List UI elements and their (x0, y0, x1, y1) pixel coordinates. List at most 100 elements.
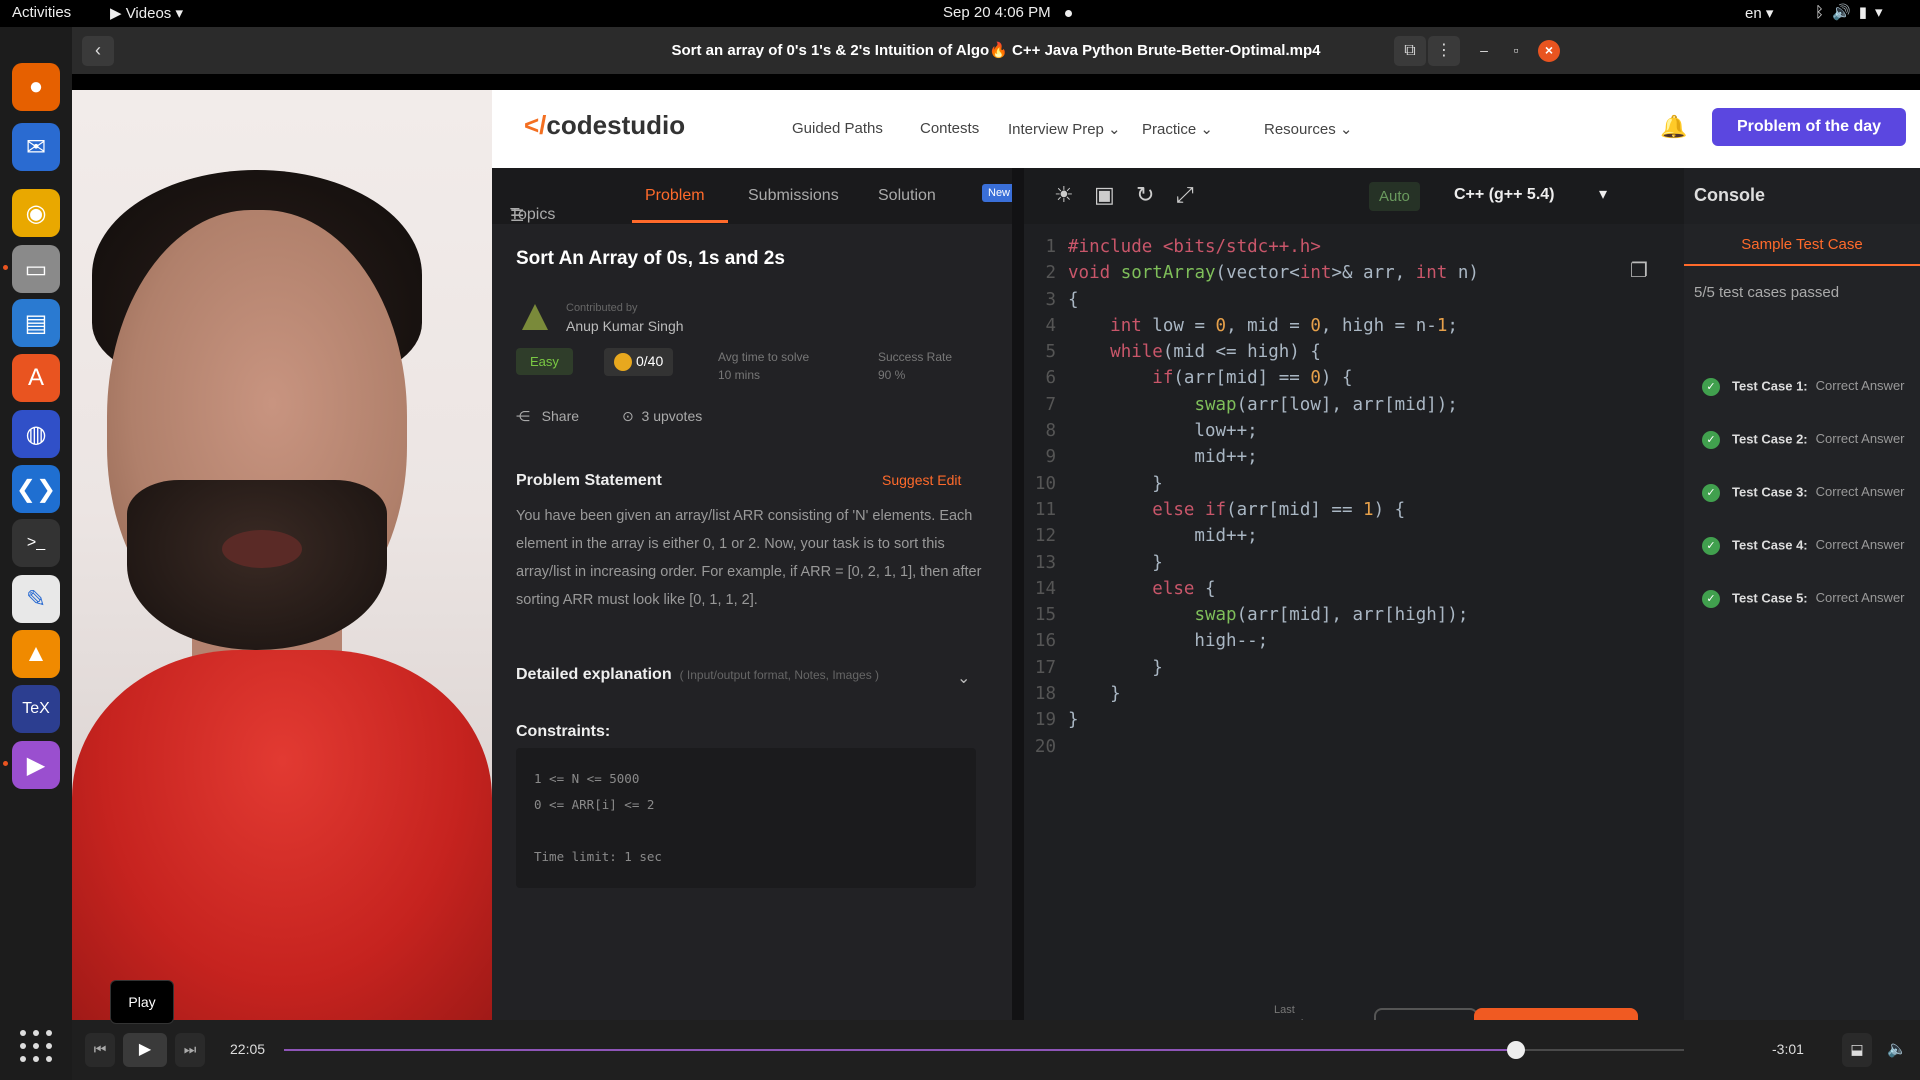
nav-interview-prep: Interview Prep ⌄ (1008, 121, 1121, 138)
test-case-row: ✓ Test Case 1: Correct Answer (1702, 378, 1905, 396)
code-line: 5 while(mid <= high) { (1024, 339, 1684, 365)
constraint-line: 0 <= ARR[i] <= 2 (534, 797, 655, 812)
dock: ● ✉ ◉ ▭ ▤ A ◍ ❮❯ >_ ✎ ▲ TeX ▶ (0, 27, 72, 1080)
problem-statement: You have been given an array/list ARR co… (516, 508, 982, 608)
theme-icon: ☀ (1054, 182, 1074, 207)
play-tooltip: Play (110, 980, 174, 1024)
player-controls: ⏮ ▶ ⏭ 22:05 -3:01 ⬓ 🔈 (72, 1020, 1920, 1080)
line-number: 2 (1045, 263, 1056, 284)
language-indicator[interactable]: en ▾ (1745, 4, 1773, 22)
suggest-edit-link: Suggest Edit (882, 472, 962, 488)
software-icon[interactable]: A (12, 354, 60, 402)
test-case-result: Correct Answer (1815, 378, 1905, 394)
maximize-icon: ▫ (1513, 42, 1519, 58)
tab-problem: Problem (645, 187, 705, 204)
code-text: mid++; (1068, 526, 1258, 547)
files-icon[interactable]: ▭ (12, 245, 60, 293)
videos-icon[interactable]: ▶ (12, 741, 60, 789)
text-editor-icon[interactable]: ✎ (12, 575, 60, 623)
code-line: 15 swap(arr[mid], arr[high]); (1024, 602, 1684, 628)
coins-badge: 0/40 (604, 348, 674, 377)
line-number: 7 (1045, 394, 1056, 415)
vlc-icon[interactable]: ▲ (12, 630, 60, 678)
tex-icon[interactable]: TeX (12, 685, 60, 733)
fullscreen-button[interactable]: ⧉ (1394, 36, 1426, 66)
code-text: high--; (1068, 631, 1269, 652)
line-number: 9 (1045, 447, 1056, 468)
maximize-button[interactable]: ▫ (1505, 40, 1527, 62)
next-button[interactable]: ⏭ (175, 1033, 205, 1067)
clock[interactable]: Sep 20 4:06 PM (943, 4, 1072, 21)
problem-title: Sort An Array of 0s, 1s and 2s (516, 248, 785, 269)
running-indicator (3, 761, 8, 766)
codestudio-logo: </codestudio (524, 110, 686, 140)
menu-button[interactable]: ⋮ (1428, 36, 1460, 66)
seek-bar-progress (284, 1049, 1516, 1051)
console-title: Console (1684, 168, 1920, 224)
code-line: 8 low++; (1024, 418, 1684, 444)
window-titlebar: ‹ Sort an array of 0's 1's & 2's Intuiti… (72, 27, 1920, 74)
skip-back-icon: ⏮ (93, 1041, 107, 1057)
language-label: en (1745, 5, 1762, 22)
upvotes: ⊙ 3 upvotes (622, 408, 703, 424)
rhythmbox-icon[interactable]: ◉ (12, 189, 60, 237)
show-apps-icon[interactable] (20, 1030, 52, 1062)
code-line: 20 (1024, 734, 1684, 760)
bell-icon: 🔔 (1660, 114, 1688, 139)
author-avatar (522, 304, 548, 330)
code-editor: ☀ ▣ ↻ ⤢ Auto C++ (g++ 5.4) ▾ 1 #include <… (1024, 168, 1684, 1020)
detailed-explanation-heading: Detailed explanation( Input/output forma… (516, 666, 880, 683)
terminal-icon[interactable]: >_ (12, 519, 60, 567)
volume-icon: 🔊 (1832, 4, 1859, 21)
test-case-result: Correct Answer (1815, 590, 1905, 606)
seek-bar-handle[interactable] (1507, 1041, 1525, 1059)
nav-practice: Practice ⌄ (1142, 121, 1213, 138)
check-circle-icon: ✓ (1702, 484, 1720, 502)
minimize-button[interactable]: – (1473, 40, 1495, 62)
battery-icon: ▮ (1858, 4, 1875, 21)
close-button[interactable]: × (1538, 40, 1560, 62)
check-circle-icon: ✓ (1702, 431, 1720, 449)
code-text: swap(arr[low], arr[mid]); (1194, 394, 1458, 415)
video-area[interactable]: </codestudio Guided Paths Contests Inter… (72, 74, 1920, 1020)
expand-icon: ⤢ (1176, 182, 1194, 207)
problem-of-the-day-button: Problem of the day (1712, 108, 1906, 146)
vscode-icon[interactable]: ❮❯ (12, 465, 60, 513)
notification-dot (1064, 9, 1072, 17)
play-button[interactable]: ▶ (123, 1033, 167, 1067)
activities-button[interactable]: Activities (12, 4, 71, 21)
code-text: } (1068, 552, 1163, 573)
line-number: 16 (1034, 631, 1056, 652)
active-tab-underline (632, 220, 728, 223)
volume-button[interactable]: 🔈 (1887, 1039, 1907, 1059)
app-icon-7[interactable]: ◍ (12, 410, 60, 458)
tab-submissions: Submissions (748, 187, 839, 204)
line-number: 1 (1045, 237, 1056, 257)
seek-bar[interactable] (284, 1041, 1684, 1059)
system-tray[interactable]: ᛒ🔊▮▾ (1815, 3, 1891, 21)
code-text: } (1068, 710, 1079, 731)
app-menu[interactable]: ▶ Videos ▾ (110, 4, 183, 22)
code-line: 19} (1024, 707, 1684, 733)
code-line: 11 else if(arr[mid] == 1) { (1024, 497, 1684, 523)
code-line: 4 int low = 0, mid = 0, high = n-1; (1024, 313, 1684, 339)
window-title: Sort an array of 0's 1's & 2's Intuition… (671, 42, 1321, 59)
panel-divider (1012, 168, 1024, 1020)
save-icon: ▣ (1094, 182, 1115, 207)
test-case-label: Test Case 3: (1732, 484, 1808, 500)
code-line: 17 } (1024, 655, 1684, 681)
thunderbird-icon[interactable]: ✉ (12, 123, 60, 171)
avg-time-stat: Avg time to solve 10 mins (718, 350, 810, 382)
code-line: 16 high--; (1024, 628, 1684, 654)
code-line: 1 #include <bits/stdc++.h> (1024, 234, 1684, 260)
previous-button[interactable]: ⏮ (85, 1033, 115, 1067)
code-line: 7 swap(arr[low], arr[mid]); (1024, 392, 1684, 418)
aspect-ratio-button[interactable]: ⬓ (1842, 1033, 1872, 1067)
presenter-mouth (222, 530, 302, 568)
constraints-box: 1 <= N <= 5000 0 <= ARR[i] <= 2 Time lim… (516, 748, 976, 888)
firefox-icon[interactable]: ● (12, 63, 60, 111)
skip-forward-icon: ⏭ (183, 1041, 197, 1057)
writer-icon[interactable]: ▤ (12, 299, 60, 347)
new-badge: New (982, 184, 1017, 202)
